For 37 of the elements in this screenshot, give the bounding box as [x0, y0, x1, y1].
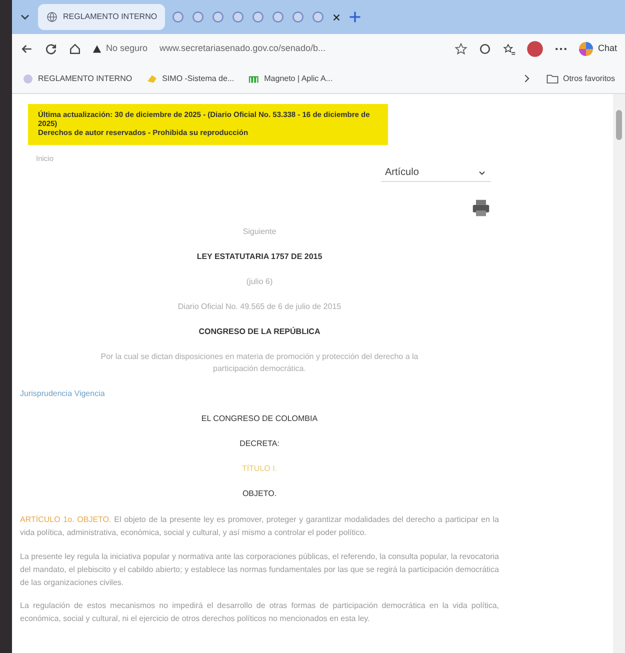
- bookmark-link[interactable]: REGLAMENTO INTERNO: [22, 72, 132, 84]
- bookmark-link[interactable]: Magneto | Aplic A...: [248, 72, 332, 84]
- bookmark-folder[interactable]: Otros favoritos: [546, 72, 615, 85]
- plus-icon[interactable]: [348, 10, 362, 24]
- browser-tab[interactable]: REGLAMENTO INTERNO: [38, 4, 166, 30]
- back-icon[interactable]: [20, 42, 34, 56]
- warning-icon: [92, 44, 102, 54]
- folder-icon: [546, 72, 559, 85]
- star-icon[interactable]: [454, 42, 468, 56]
- paragraph-text: La regulación de estos mecanismos no impedirá el desarrollo de otras formas de participación democrática en la vida política, económica, social y cultural, ni el ejercicio de otros derechos políticos no mencionados en esta ley.: [20, 600, 499, 626]
- heading-text: OBJETO.: [242, 489, 277, 498]
- chat-button[interactable]: Chat: [578, 41, 617, 57]
- reload-icon[interactable]: [44, 42, 58, 56]
- paragraph-text: ARTÍCULO 1o. OBJETO. El objeto de la presente ley es promover, proteger y garantizar modalidades del derecho a participar en la vida política, administrativa, económica, social y cultural, y así mismo a controlar el poder político.: [20, 514, 499, 540]
- caption-text: Por la cual se dictan disposiciones en materia de promoción y protección del derecho a la participación democrática.: [100, 352, 418, 374]
- address-bar[interactable]: No seguro www.secretariasenado.gov.co/senado/b...: [92, 42, 444, 56]
- heading-text: CONGRESO DE LA REPÚBLICA: [198, 327, 320, 336]
- favorites-icon[interactable]: [502, 42, 516, 56]
- heading-text: EL CONGRESO DE COLOMBIA: [201, 414, 318, 424]
- scrollbar-thumb[interactable]: [616, 110, 622, 140]
- avatar-icon[interactable]: [526, 40, 544, 58]
- bookmark-link[interactable]: SIMO -Sistema de...: [146, 72, 234, 84]
- paragraph-text: La presente ley regula la iniciativa popular y normativa ante las corporaciones públicas, el referendo, la consulta popular, la revocatoria del mandato, el plebiscito y el cabildo abierto; y establece las normas fundamentales por las que se regirá la participación democrática de las organizaciones civiles.: [20, 550, 499, 589]
- heading-text: DECRETA:: [240, 439, 280, 448]
- select-field[interactable]: Artículo: [381, 164, 491, 182]
- copilot-icon: [578, 41, 594, 57]
- url-text: www.secretariasenado.gov.co/senado/b...: [160, 42, 326, 56]
- title-label: TÍTULO I.: [242, 464, 278, 474]
- caption-text: (julio 6): [246, 277, 273, 286]
- heading-text: LEY ESTATUTARIA 1757 DE 2015: [196, 252, 322, 262]
- close-icon[interactable]: [331, 12, 342, 22]
- printer-icon[interactable]: [471, 198, 491, 218]
- security-label: No seguro: [106, 42, 148, 56]
- scrollbar[interactable]: [613, 94, 625, 653]
- tab-title: REGLAMENTO INTERNO: [63, 11, 158, 23]
- caption-text: Diario Oficial No. 49.565 de 6 de julio de 2015: [178, 302, 342, 312]
- home-icon[interactable]: [68, 42, 82, 56]
